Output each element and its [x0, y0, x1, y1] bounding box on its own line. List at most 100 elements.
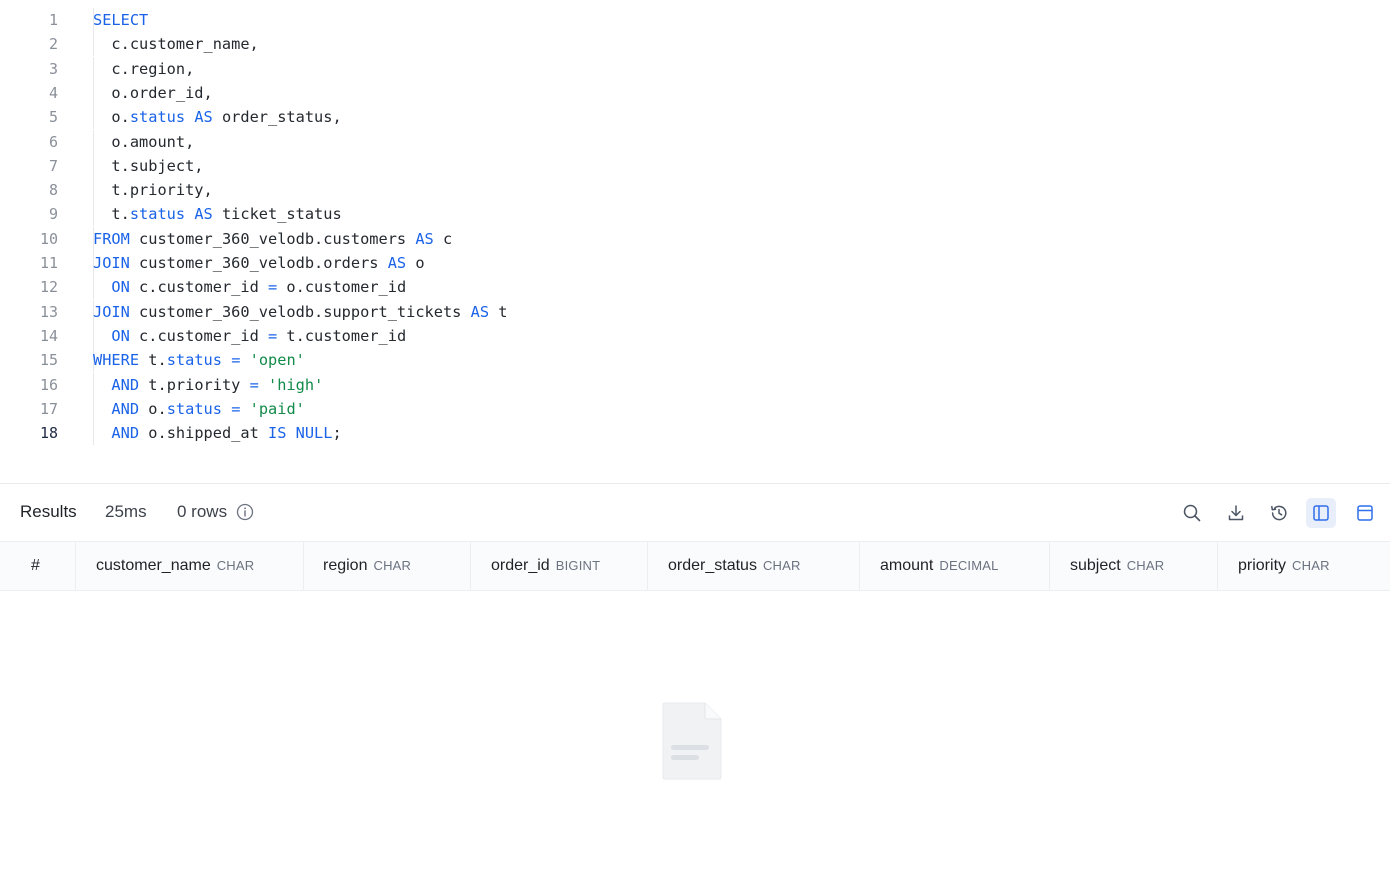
sql-keyword: AND: [111, 399, 140, 418]
sql-keyword: JOIN: [93, 302, 130, 321]
column-header-priority[interactable]: priority CHAR: [1218, 542, 1390, 590]
code-line[interactable]: 7 t.subject,: [0, 153, 1390, 178]
code-line[interactable]: 14 ON c.customer_id = t.customer_id: [0, 323, 1390, 348]
code-line[interactable]: 11 JOIN customer_360_velodb.orders AS o: [0, 251, 1390, 275]
code-text[interactable]: o.amount,: [93, 130, 194, 154]
column-header-customer-name[interactable]: customer_name CHAR: [76, 542, 304, 590]
code-text[interactable]: SELECT: [93, 8, 148, 32]
code-line[interactable]: 5 o.status AS order_status,: [0, 105, 1390, 130]
sql-text: o.order_id,: [93, 83, 213, 102]
column-name: region: [323, 557, 368, 574]
code-line[interactable]: 17 AND o.status = 'paid': [0, 396, 1390, 421]
line-number: 1: [48, 11, 58, 29]
code-line[interactable]: 2 c.customer_name,: [0, 32, 1390, 57]
code-text[interactable]: AND t.priority = 'high': [93, 373, 323, 397]
sql-text: t.: [93, 205, 130, 224]
line-number: 14: [39, 326, 58, 345]
layout-horizontal-button[interactable]: [1350, 498, 1380, 528]
sql-keyword: AS: [470, 302, 490, 321]
layout-vertical-button[interactable]: [1306, 498, 1336, 528]
column-header-amount[interactable]: amount DECIMAL: [860, 542, 1050, 590]
code-text[interactable]: c.customer_name,: [93, 32, 259, 56]
sql-keyword: AS: [194, 108, 213, 127]
sql-keyword: AS: [387, 254, 407, 272]
code-text[interactable]: t.status AS ticket_status: [93, 202, 341, 226]
line-number: 9: [48, 205, 58, 224]
code-text[interactable]: JOIN customer_360_velodb.support_tickets…: [93, 300, 507, 324]
code-text[interactable]: AND o.shipped_at IS NULL;: [93, 421, 342, 445]
code-text[interactable]: FROM customer_360_velodb.customers AS c: [93, 227, 452, 251]
code-line[interactable]: 16 AND t.priority = 'high': [0, 372, 1390, 397]
column-header-order-status[interactable]: order_status CHAR: [648, 542, 860, 590]
sql-text: customer_360_velodb.customers: [129, 229, 416, 248]
code-line[interactable]: 6 o.amount,: [0, 129, 1390, 154]
column-type: CHAR: [1126, 558, 1165, 573]
sql-text: o.shipped_at: [139, 424, 268, 443]
sql-keyword: status: [129, 205, 186, 224]
line-number: 8: [48, 181, 58, 200]
sql-text: ;: [332, 424, 342, 443]
column-header-index[interactable]: #: [0, 542, 76, 590]
code-line[interactable]: 3 c.region,: [0, 56, 1390, 81]
column-type: CHAR: [1292, 558, 1330, 573]
sql-keyword: status: [129, 108, 186, 127]
code-text[interactable]: AND o.status = 'paid': [93, 397, 305, 421]
code-line[interactable]: 12 ON c.customer_id = o.customer_id: [0, 275, 1390, 300]
sql-keyword: status: [166, 351, 222, 370]
code-text[interactable]: o.order_id,: [93, 81, 213, 105]
line-number: 5: [48, 108, 58, 127]
download-button[interactable]: [1221, 498, 1251, 528]
results-table-header: # customer_name CHAR region CHAR order_id B…: [0, 541, 1390, 591]
history-button[interactable]: [1264, 498, 1294, 528]
line-number: 2: [48, 35, 58, 54]
column-type: CHAR: [216, 558, 255, 573]
column-header-region[interactable]: region CHAR: [304, 542, 471, 590]
code-text[interactable]: o.status AS order_status,: [93, 105, 341, 129]
code-line[interactable]: 18 AND o.shipped_at IS NULL;: [0, 421, 1390, 446]
sql-text: t.priority,: [93, 181, 213, 200]
code-text[interactable]: t.priority,: [93, 178, 213, 202]
column-header-subject[interactable]: subject CHAR: [1050, 542, 1218, 590]
code-line[interactable]: 15 WHERE t.status = 'open': [0, 348, 1390, 373]
sql-editor[interactable]: 1 SELECT 2 c.customer_name, 3 c.region, 4 o.…: [0, 0, 1390, 483]
code-text[interactable]: c.region,: [93, 57, 194, 81]
sql-text: c.customer_id: [129, 278, 268, 297]
line-number: 15: [39, 351, 58, 370]
sql-keyword: AND: [111, 424, 140, 443]
sql-text: c: [433, 229, 453, 248]
sql-keyword: =: [268, 326, 278, 345]
code-line[interactable]: 1 SELECT: [0, 8, 1390, 32]
code-text[interactable]: t.subject,: [93, 154, 203, 178]
line-number: 10: [39, 229, 58, 248]
sql-string: 'paid': [249, 399, 305, 418]
code-text[interactable]: WHERE t.status = 'open': [93, 348, 305, 372]
column-type: DECIMAL: [939, 558, 999, 573]
code-line[interactable]: 8 t.priority,: [0, 178, 1390, 203]
sql-text: c.customer_name,: [93, 35, 259, 54]
sql-string: 'open': [249, 351, 305, 370]
sql-keyword: ON: [111, 278, 130, 297]
info-icon[interactable]: [236, 503, 254, 521]
line-number: 12: [39, 278, 58, 297]
code-text[interactable]: ON c.customer_id = o.customer_id: [93, 275, 406, 299]
sql-string: 'high': [268, 375, 324, 394]
column-name: subject: [1070, 557, 1121, 574]
code-line[interactable]: 4 o.order_id,: [0, 80, 1390, 105]
sql-text: o.amount,: [93, 132, 195, 151]
column-header-order-id[interactable]: order_id BIGINT: [471, 542, 648, 590]
code-text[interactable]: ON c.customer_id = t.customer_id: [93, 324, 406, 348]
sql-keyword: SELECT: [93, 11, 149, 29]
code-line[interactable]: 9 t.status AS ticket_status: [0, 202, 1390, 227]
code-line[interactable]: 13 JOIN customer_360_velodb.support_ticke…: [0, 299, 1390, 324]
code-text[interactable]: JOIN customer_360_velodb.orders AS o: [93, 251, 425, 275]
line-number: 11: [39, 254, 58, 272]
code-line[interactable]: 10 FROM customer_360_velodb.customers AS …: [0, 226, 1390, 251]
search-button[interactable]: [1177, 498, 1207, 528]
sql-keyword: AND: [111, 375, 140, 394]
